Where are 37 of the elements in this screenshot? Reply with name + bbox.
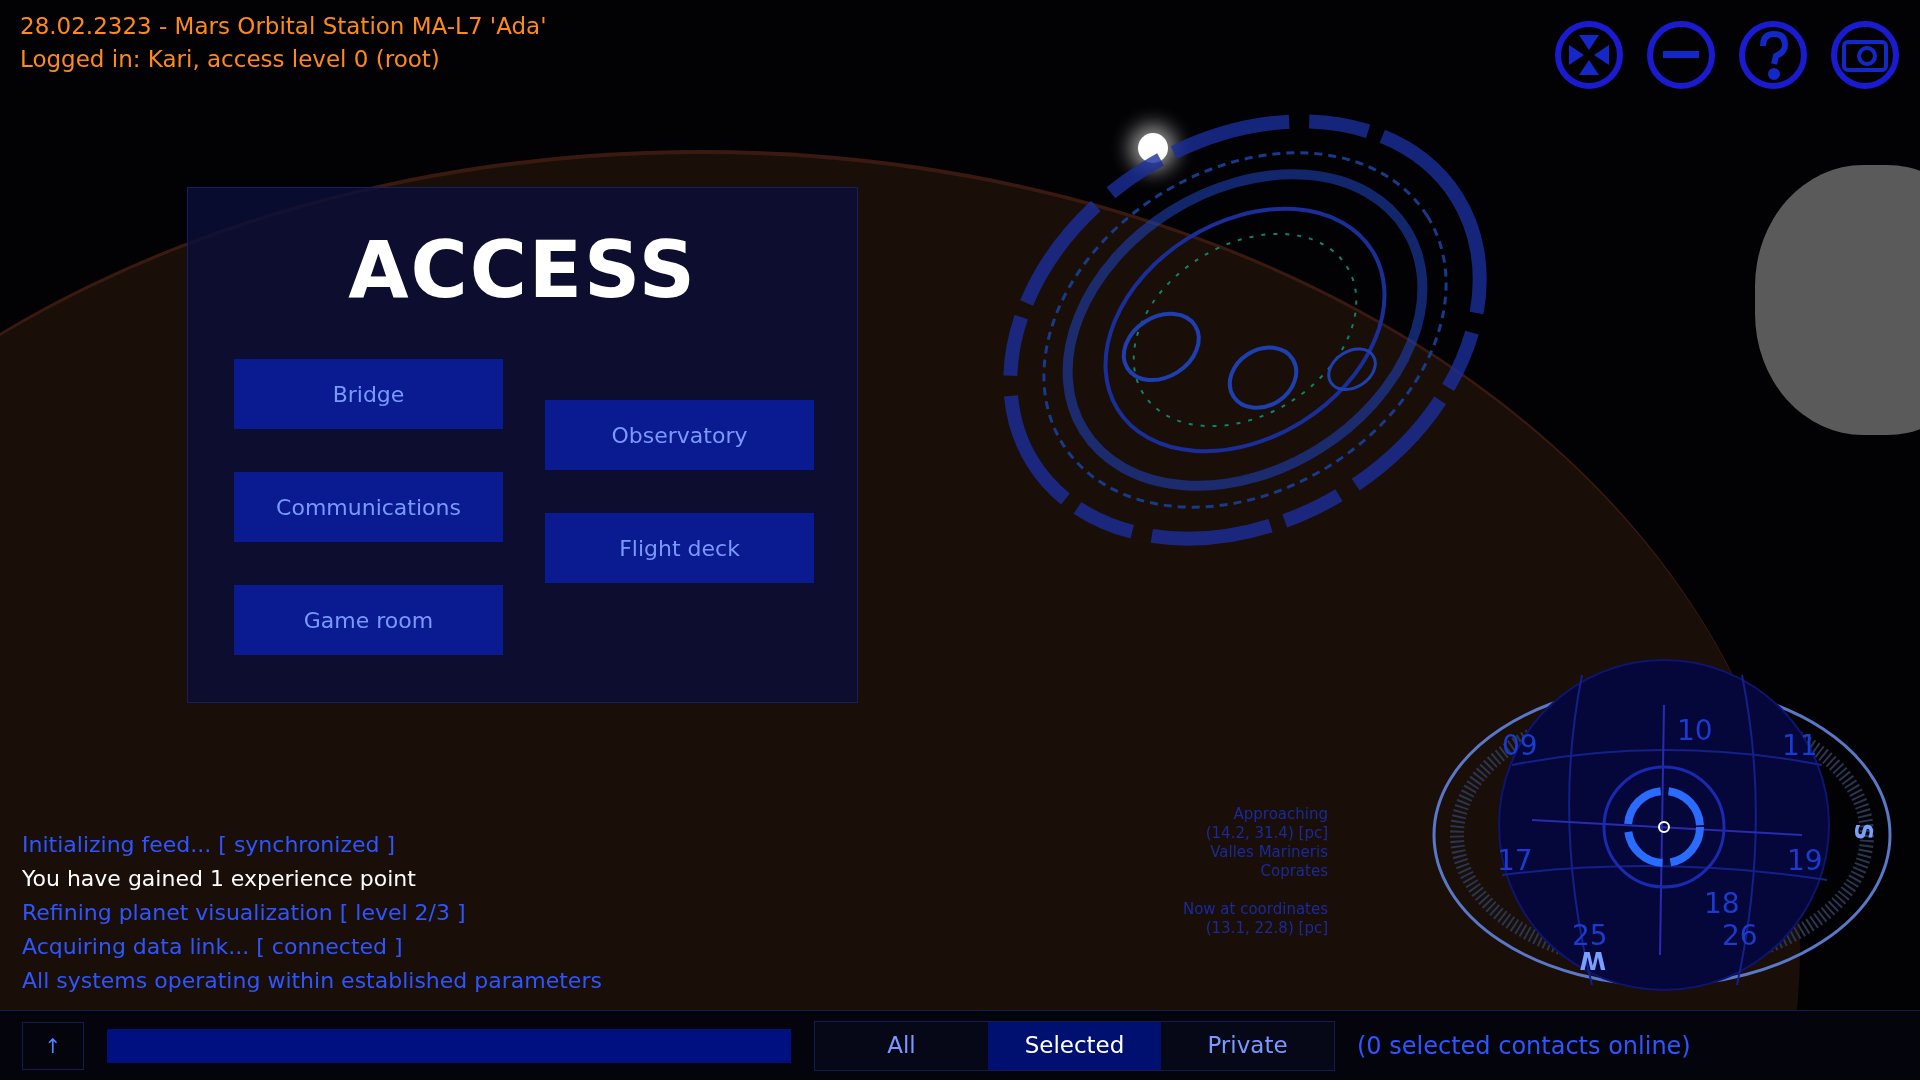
compass-label: S bbox=[1849, 823, 1877, 841]
navigation-line: Approaching bbox=[1233, 805, 1328, 824]
room-button[interactable]: Game room bbox=[234, 585, 503, 655]
log-line: All systems operating within established parameters bbox=[22, 967, 603, 995]
navigation-line: (13.1, 22.8) [pc] bbox=[1205, 919, 1328, 938]
room-button[interactable]: Observatory bbox=[545, 400, 814, 470]
contacts-status: (0 selected contacts online) bbox=[1357, 1030, 1691, 1062]
minimize-icon[interactable] bbox=[1646, 20, 1716, 90]
chat-input-field[interactable] bbox=[107, 1028, 791, 1063]
log-line: Acquiring data link... [ connected ] bbox=[22, 933, 404, 961]
access-title: ACCESS bbox=[348, 228, 697, 312]
help-icon[interactable] bbox=[1738, 20, 1808, 90]
camera-icon[interactable] bbox=[1830, 20, 1900, 90]
scroll-up-button[interactable]: ↑ bbox=[22, 1021, 84, 1070]
chat-filter-tab[interactable]: Selected bbox=[988, 1021, 1161, 1070]
log-line: You have gained 1 experience point bbox=[22, 865, 417, 893]
navigation-line: (14.2, 31.4) [pc] bbox=[1205, 824, 1328, 843]
navigation-line: Coprates bbox=[1260, 862, 1328, 881]
room-button[interactable]: Bridge bbox=[234, 359, 503, 429]
login-status: Logged in: Kari, access level 0 (root) bbox=[20, 45, 441, 74]
station-title: 28.02.2323 - Mars Orbital Station MA-L7 'Ada' bbox=[20, 12, 547, 41]
globe-label: 19 bbox=[1787, 844, 1823, 877]
navigation-line: Now at coordinates bbox=[1182, 900, 1328, 919]
chat-filter-tab[interactable]: All bbox=[815, 1021, 988, 1070]
globe-label: 17 bbox=[1497, 844, 1533, 877]
log-line: Refining planet visualization [ level 2/3 ] bbox=[22, 899, 467, 927]
log-line: Initializing feed... [ synchronized ] bbox=[22, 831, 397, 859]
chat-filter-tab[interactable]: Private bbox=[1161, 1021, 1334, 1070]
globe-label: 26 bbox=[1722, 919, 1758, 952]
arrows-inward-icon[interactable] bbox=[1554, 20, 1624, 90]
globe-label: 10 bbox=[1677, 714, 1713, 747]
globe-label: 18 bbox=[1704, 887, 1740, 920]
room-button[interactable]: Flight deck bbox=[545, 513, 814, 583]
room-button[interactable]: Communications bbox=[234, 472, 503, 542]
globe-label: 09 bbox=[1502, 729, 1538, 762]
globe-label: 11 bbox=[1782, 729, 1818, 762]
navigation-line: Valles Marineris bbox=[1210, 843, 1328, 862]
